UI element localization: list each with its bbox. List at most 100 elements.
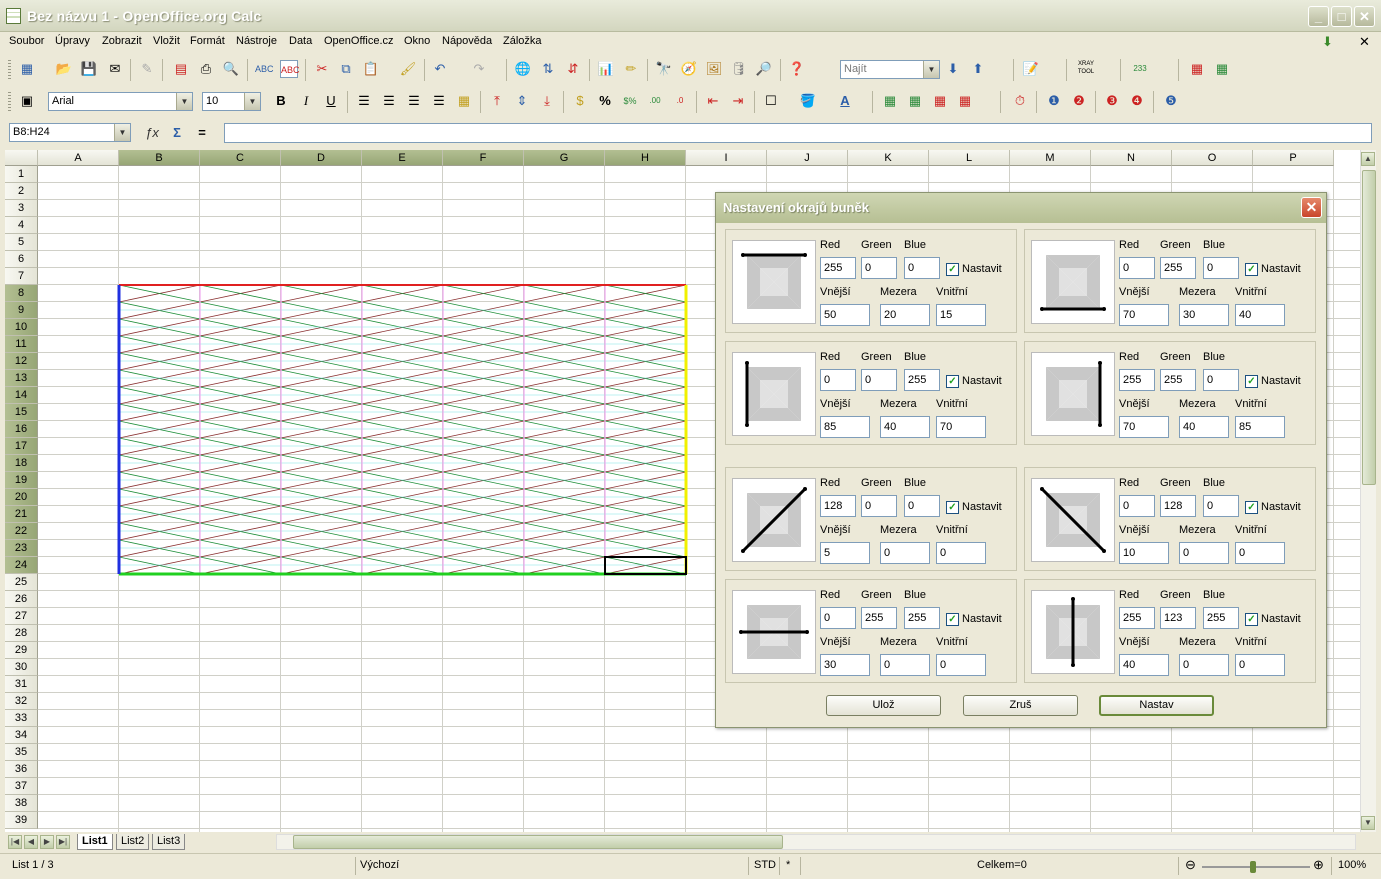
sort-descending-icon[interactable]: ⇵ [564, 60, 582, 78]
status-sum[interactable]: Celkem=0 [977, 859, 1027, 871]
gap-input[interactable]: 0 [880, 654, 930, 676]
navigator-icon[interactable]: 🧭 [680, 60, 698, 78]
gap-input[interactable]: 30 [1179, 304, 1229, 326]
standard-format-icon[interactable]: $% [621, 92, 639, 110]
menu-napoveda[interactable]: Nápověda [442, 35, 492, 47]
inner-input[interactable]: 85 [1235, 416, 1285, 438]
chevron-down-icon[interactable]: ▼ [244, 93, 260, 110]
justify-icon[interactable]: ☰ [430, 92, 448, 110]
close-window-button[interactable]: ✕ [1354, 6, 1375, 27]
set-checkbox[interactable]: ✓ [946, 263, 959, 276]
font-name-combo[interactable]: Arial ▼ [48, 92, 193, 111]
chevron-down-icon[interactable]: ▼ [923, 61, 939, 78]
previous-sheet-icon[interactable]: ◀ [24, 835, 38, 849]
first-sheet-icon[interactable]: |◀ [8, 835, 22, 849]
save-button[interactable]: Ulož [826, 695, 941, 716]
gallery-icon[interactable]: 🖼 [705, 60, 723, 78]
new-document-icon[interactable]: ▦ [18, 60, 36, 78]
function-wizard-icon[interactable]: ƒx [143, 124, 161, 142]
set-checkbox[interactable]: ✓ [1245, 375, 1258, 388]
maximize-button[interactable]: □ [1331, 6, 1352, 27]
insert-rows-icon[interactable]: ▦ [881, 92, 899, 110]
set-checkbox[interactable]: ✓ [1245, 263, 1258, 276]
inner-input[interactable]: 40 [1235, 304, 1285, 326]
increase-indent-icon[interactable]: ⇥ [729, 92, 747, 110]
gap-input[interactable]: 0 [1179, 654, 1229, 676]
print-preview-icon[interactable]: 🔍 [222, 60, 240, 78]
insert-columns-icon[interactable]: ▦ [906, 92, 924, 110]
name-box[interactable]: B8:H24 ▼ [9, 123, 131, 142]
styles-icon[interactable]: ▣ [18, 92, 36, 110]
outer-input[interactable]: 50 [820, 304, 870, 326]
redo-icon[interactable]: ↷ [470, 60, 488, 78]
set-checkbox[interactable]: ✓ [1245, 613, 1258, 626]
set-checkbox[interactable]: ✓ [946, 613, 959, 626]
delete-rows-icon[interactable]: ▦ [931, 92, 949, 110]
sheet-tab-list1[interactable]: List1 [77, 834, 113, 850]
menu-zobrazit[interactable]: Zobrazit [102, 35, 142, 47]
outer-input[interactable]: 5 [820, 542, 870, 564]
chevron-down-icon[interactable]: ▼ [176, 93, 192, 110]
format-paintbrush-icon[interactable]: 🖌 [399, 60, 417, 78]
macro-2-icon[interactable]: ❷ [1070, 92, 1088, 110]
green-input[interactable]: 255 [861, 607, 897, 629]
set-checkbox[interactable]: ✓ [946, 501, 959, 514]
paste-icon[interactable]: 📋 [362, 60, 380, 78]
red-input[interactable]: 0 [1119, 257, 1155, 279]
blue-input[interactable]: 0 [1203, 257, 1239, 279]
form-edit-icon[interactable]: 📝 [1022, 60, 1040, 78]
vertical-scroll-thumb[interactable] [1362, 170, 1376, 485]
cut-icon[interactable]: ✂ [313, 60, 331, 78]
data-sources-icon[interactable]: 🛢 [730, 60, 748, 78]
zoom-slider-knob[interactable] [1250, 861, 1256, 873]
align-center-icon[interactable]: ☰ [380, 92, 398, 110]
font-color-icon[interactable]: A [836, 92, 854, 110]
edit-file-icon[interactable]: ✎ [138, 60, 156, 78]
formula-input[interactable] [224, 123, 1372, 143]
blue-input[interactable]: 255 [904, 369, 940, 391]
menu-openoffice-cz[interactable]: OpenOffice.cz [324, 35, 394, 47]
green-input[interactable]: 128 [1160, 495, 1196, 517]
sheet-tab-list2[interactable]: List2 [116, 834, 150, 850]
find-previous-icon[interactable]: ⬆ [969, 60, 987, 78]
menu-soubor[interactable]: Soubor [9, 35, 44, 47]
cancel-button[interactable]: Zruš [963, 695, 1078, 716]
outer-input[interactable]: 85 [820, 416, 870, 438]
red-input[interactable]: 255 [1119, 607, 1155, 629]
inner-input[interactable]: 15 [936, 304, 986, 326]
macro-1-icon[interactable]: ❶ [1045, 92, 1063, 110]
table-red-icon[interactable]: ▦ [1188, 60, 1206, 78]
save-icon[interactable]: 💾 [80, 60, 98, 78]
green-input[interactable]: 0 [861, 495, 897, 517]
macro-4-icon[interactable]: ❹ [1128, 92, 1146, 110]
gap-input[interactable]: 0 [880, 542, 930, 564]
red-input[interactable]: 255 [1119, 369, 1155, 391]
menu-vlozit[interactable]: Vložit [153, 35, 180, 47]
delete-decimal-icon[interactable]: .0 [671, 92, 689, 110]
status-page-style[interactable]: Výchozí [360, 859, 399, 871]
find-combo[interactable]: Najít ▼ [840, 60, 940, 79]
delete-columns-icon[interactable]: ▦ [956, 92, 974, 110]
status-selection-mode[interactable]: STD [754, 859, 776, 871]
email-icon[interactable]: ✉ [106, 60, 124, 78]
blue-input[interactable]: 255 [904, 607, 940, 629]
chart-icon[interactable]: 📊 [597, 60, 615, 78]
horizontal-scrollbar[interactable] [276, 834, 1356, 850]
apply-button[interactable]: Nastav [1099, 695, 1214, 716]
blue-input[interactable]: 255 [1203, 607, 1239, 629]
red-input[interactable]: 128 [820, 495, 856, 517]
gap-input[interactable]: 0 [1179, 542, 1229, 564]
sort-ascending-icon[interactable]: ⇅ [539, 60, 557, 78]
chevron-down-icon[interactable]: ▼ [114, 124, 130, 141]
macro-clock-icon[interactable]: ⏱ [1011, 92, 1029, 110]
gap-input[interactable]: 40 [880, 416, 930, 438]
inner-input[interactable]: 0 [936, 542, 986, 564]
italic-icon[interactable]: I [297, 92, 315, 110]
gap-input[interactable]: 40 [1179, 416, 1229, 438]
percent-format-icon[interactable]: % [596, 92, 614, 110]
close-document-icon[interactable]: ✕ [1359, 34, 1370, 50]
borders-icon[interactable]: ☐ [762, 92, 780, 110]
scroll-up-icon[interactable]: ▲ [1361, 152, 1375, 166]
align-top-icon[interactable]: ⤒ [488, 92, 506, 110]
merge-cells-icon[interactable]: ▦ [455, 92, 473, 110]
